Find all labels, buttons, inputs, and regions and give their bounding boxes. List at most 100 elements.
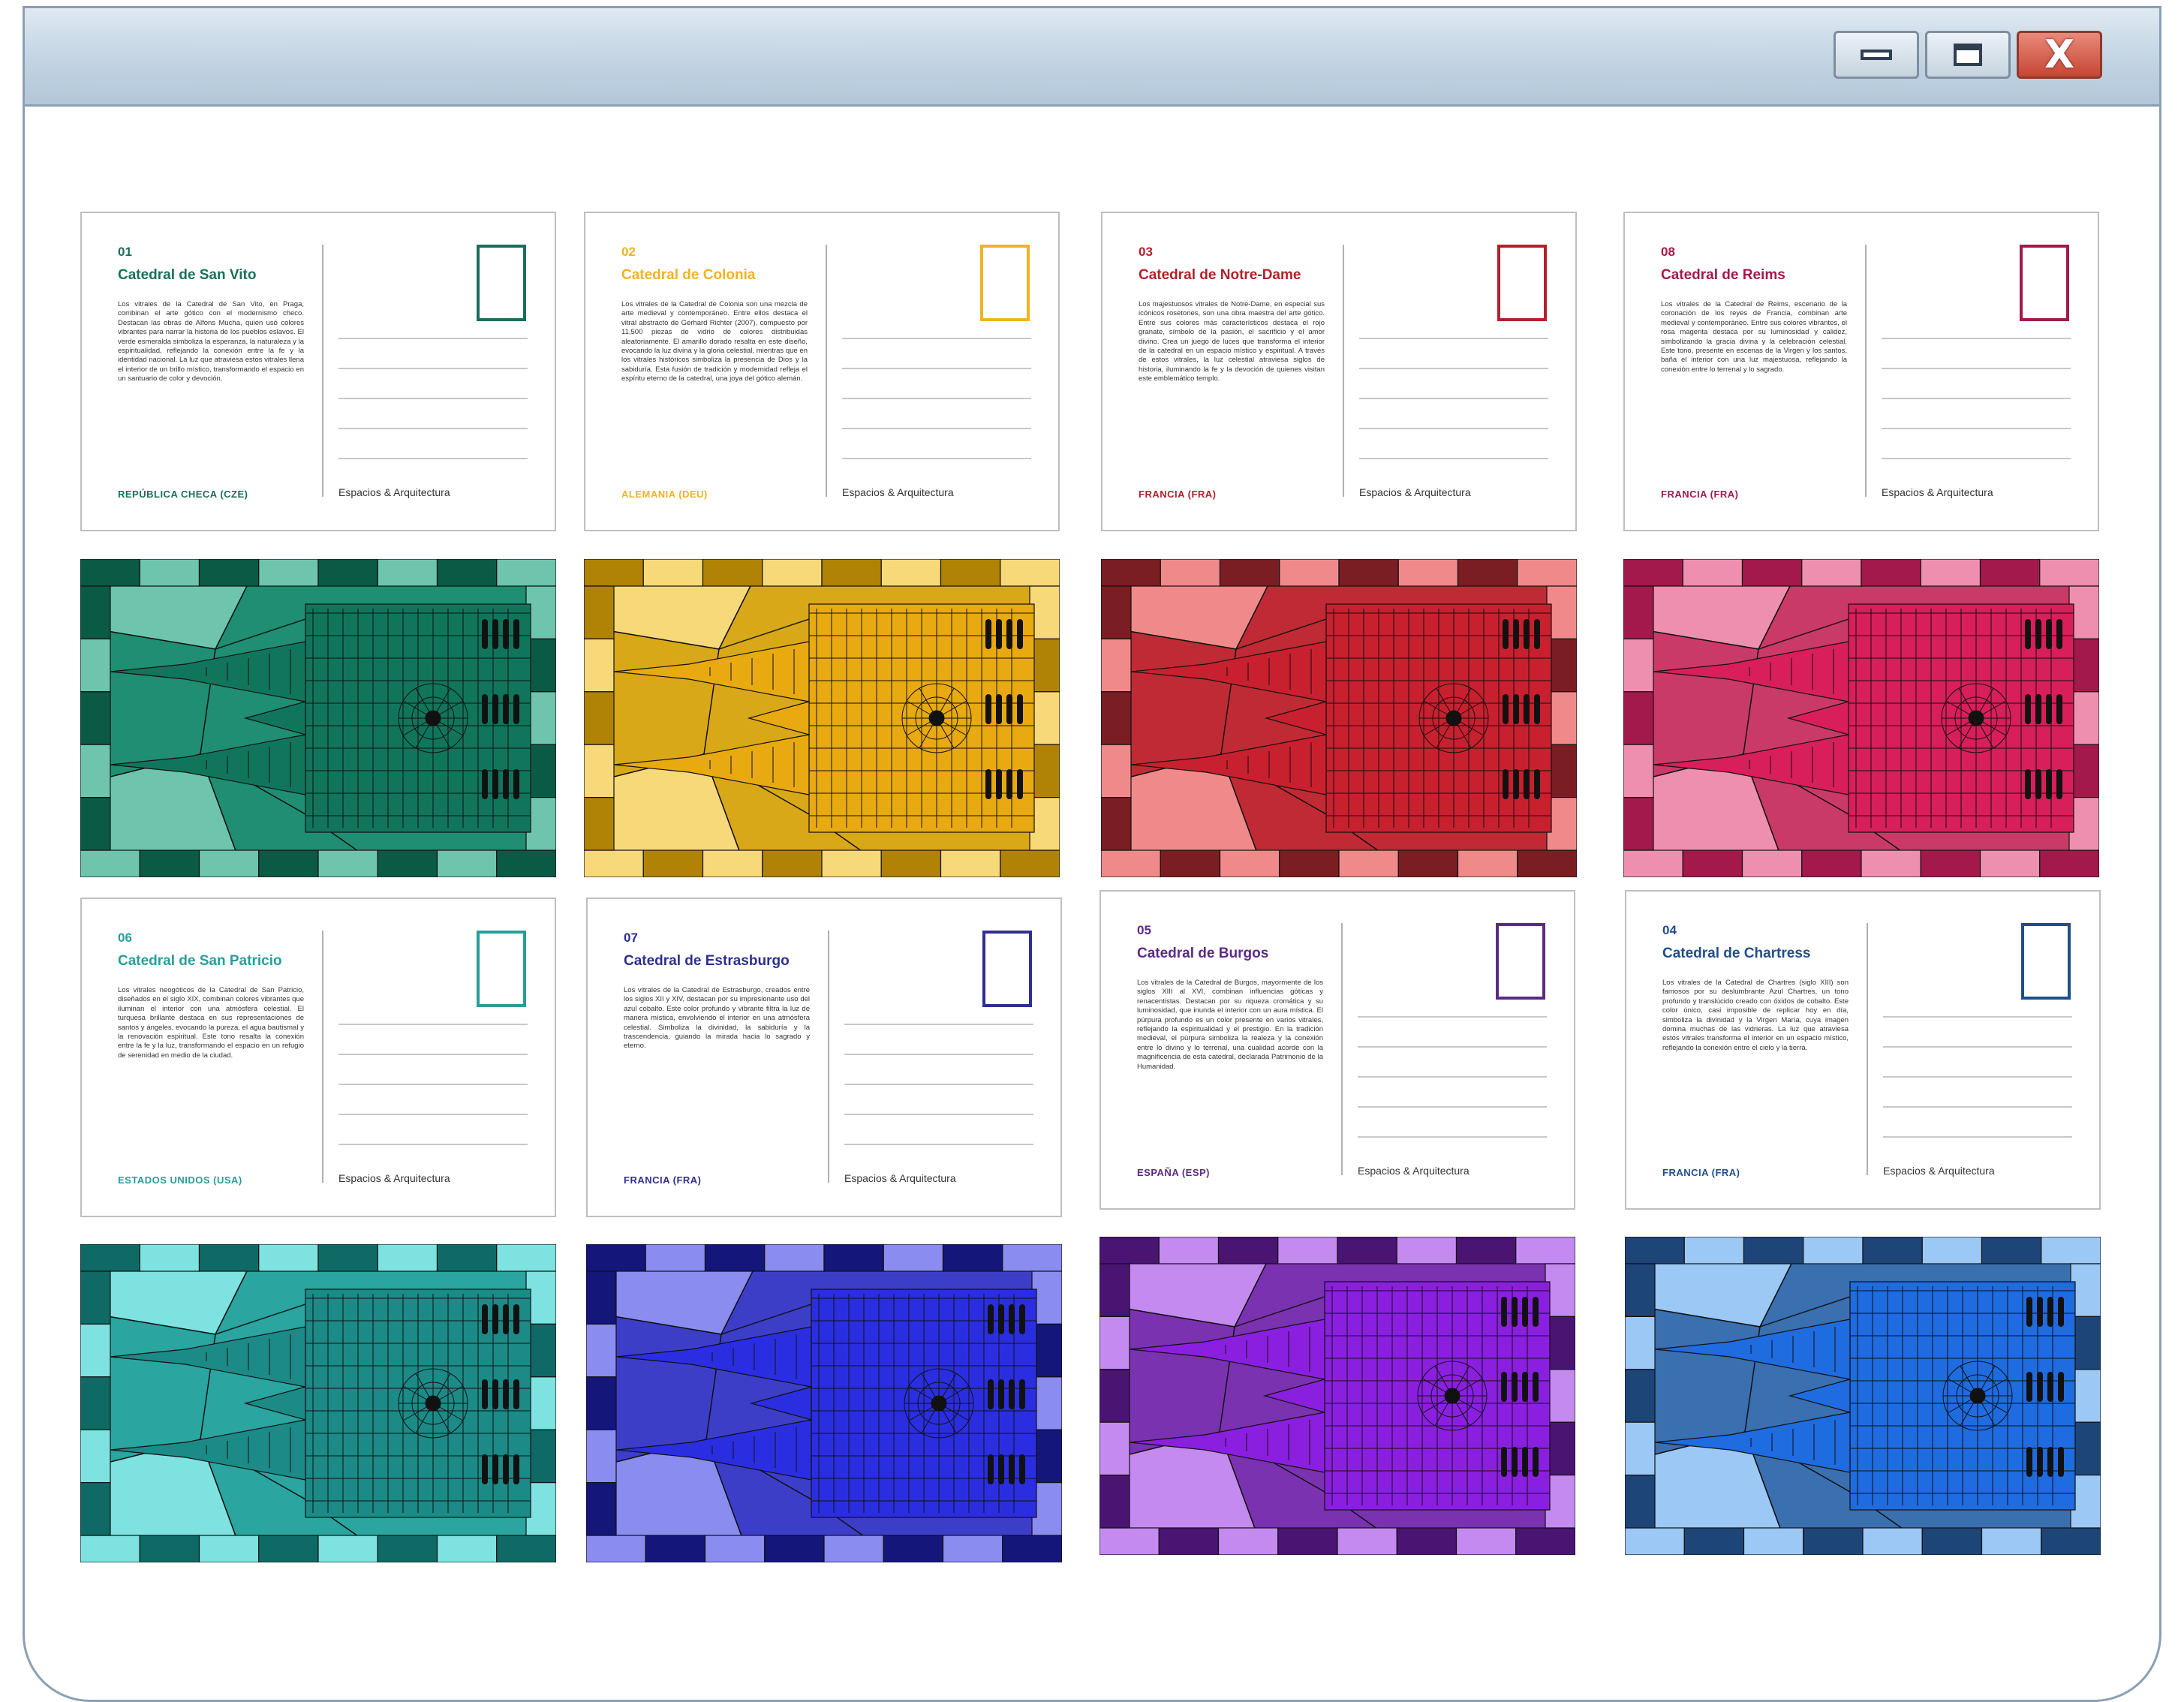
minimize-button[interactable] [1834,31,1919,79]
postcard-country: FRANCIA (FRA) [1661,489,1739,500]
stamp-box [2020,245,2069,321]
postcard-back[interactable]: 05 Catedral de Burgos Los vitrales de la… [1100,890,1575,1210]
stamp-box [982,931,1032,1007]
postcard-number: 02 [621,245,636,259]
address-line [1883,1136,2072,1138]
postcard-back[interactable]: 04 Catedral de Chartress Los vitrales de… [1625,890,2101,1210]
postcard-front-notre-dame[interactable] [1101,559,1577,877]
postcard-description: Los vitrales de la Catedral de San Vito,… [118,300,304,383]
postcard-description: Los majestuosos vitrales de Notre-Dame, … [1139,300,1325,383]
divider [826,245,827,497]
close-button[interactable]: X [2017,31,2102,79]
postcard-number: 05 [1137,923,1151,937]
postcard-title: Catedral de Chartress [1662,946,1811,961]
postcard-number: 04 [1662,923,1677,937]
stamp-box [477,931,526,1007]
divider [828,931,829,1183]
address-line [842,428,1031,429]
address-line [842,398,1031,399]
postcard-description: Los vitrales de la Catedral de Reims, es… [1661,300,1847,374]
address-line [1359,338,1548,339]
address-line [1883,1076,2072,1078]
address-line [842,458,1031,459]
postcard-back[interactable]: 08 Catedral de Reims Los vitrales de la … [1623,212,2099,531]
postcard-number: 06 [118,931,132,945]
divider [1865,245,1867,497]
address-line [1358,1106,1547,1108]
address-line [1883,1106,2072,1108]
address-line [1358,1046,1547,1048]
address-line [338,368,528,369]
address-line [1882,458,2071,459]
address-line [844,1084,1033,1085]
postcard-title: Catedral de San Patricio [118,953,282,969]
stamp-box [1496,923,1545,1000]
address-line [844,1114,1033,1115]
maximize-button[interactable] [1925,31,2011,79]
postcard-description: Los vitrales de la Catedral de Colonia s… [621,300,808,383]
postcard-number: 08 [1661,245,1675,259]
postcard-front-chartres[interactable] [1625,1237,2101,1555]
postcard-description: Los vitrales neogóticos de la Catedral d… [118,986,304,1060]
divider [322,245,323,497]
postcard-front-san-vito[interactable] [80,559,556,877]
address-line [1882,428,2071,429]
postcard-title: Catedral de Burgos [1137,946,1269,961]
postcard-description: Los vitrales de la Catedral de Chartres … [1662,979,1849,1052]
address-line [338,458,528,459]
address-line [1882,398,2071,399]
postcard-country: ESPAÑA (ESP) [1137,1167,1211,1178]
postcard-front-san-patricio[interactable] [80,1244,556,1562]
address-line [1359,458,1548,459]
address-line [1358,1076,1547,1078]
address-line [338,1114,528,1115]
title-bar[interactable]: X [25,8,2159,107]
postcard-front-colonia[interactable] [584,559,1060,877]
address-line [844,1024,1033,1025]
address-line [338,1144,528,1145]
stamp-box [1497,245,1547,321]
address-line [338,338,528,339]
postcard-description: Los vitrales de la Catedral de Estrasbur… [624,986,810,1051]
postcard-number: 03 [1139,245,1153,259]
postcard-country: ESTADOS UNIDOS (USA) [118,1174,242,1186]
address-line [338,1024,528,1025]
stamp-box [477,245,526,321]
postcard-title: Catedral de Reims [1661,267,1785,283]
postcard-front-burgos[interactable] [1100,1237,1575,1555]
brand-label: Espacios & Arquitectura [338,1172,450,1184]
address-line [338,1084,528,1085]
address-line [338,1054,528,1055]
postcard-title: Catedral de Colonia [621,267,756,283]
postcard-back[interactable]: 06 Catedral de San Patricio Los vitrales… [80,898,556,1217]
postcard-back[interactable]: 01 Catedral de San Vito Los vitrales de … [80,212,556,531]
address-line [1882,368,2071,369]
brand-label: Espacios & Arquitectura [1358,1165,1470,1177]
address-line [1358,1136,1547,1138]
postcard-title: Catedral de San Vito [118,267,257,283]
divider [1341,923,1343,1175]
postcard-country: FRANCIA (FRA) [624,1174,702,1186]
address-line [1359,368,1548,369]
close-icon: X [2044,32,2075,77]
postcard-front-reims[interactable] [1623,559,2099,877]
brand-label: Espacios & Arquitectura [338,486,450,498]
address-line [1883,1046,2072,1048]
address-line [1359,398,1548,399]
postcard-back[interactable]: 03 Catedral de Notre-Dame Los majestuoso… [1101,212,1577,531]
postcard-back[interactable]: 07 Catedral de Estrasburgo Los vitrales … [586,898,1062,1217]
brand-label: Espacios & Arquitectura [842,486,954,498]
postcard-number: 07 [624,931,638,945]
stamp-box [980,245,1030,321]
address-line [842,338,1031,339]
stamp-box [2021,923,2071,1000]
postcard-front-estrasburgo[interactable] [586,1244,1062,1562]
address-line [844,1054,1033,1055]
postcard-title: Catedral de Notre-Dame [1139,267,1301,283]
address-line [1359,428,1548,429]
postcard-title: Catedral de Estrasburgo [624,953,790,969]
postcard-back[interactable]: 02 Catedral de Colonia Los vitrales de l… [584,212,1060,531]
address-line [1883,1016,2072,1018]
address-line [844,1144,1033,1145]
address-line [1882,338,2071,339]
